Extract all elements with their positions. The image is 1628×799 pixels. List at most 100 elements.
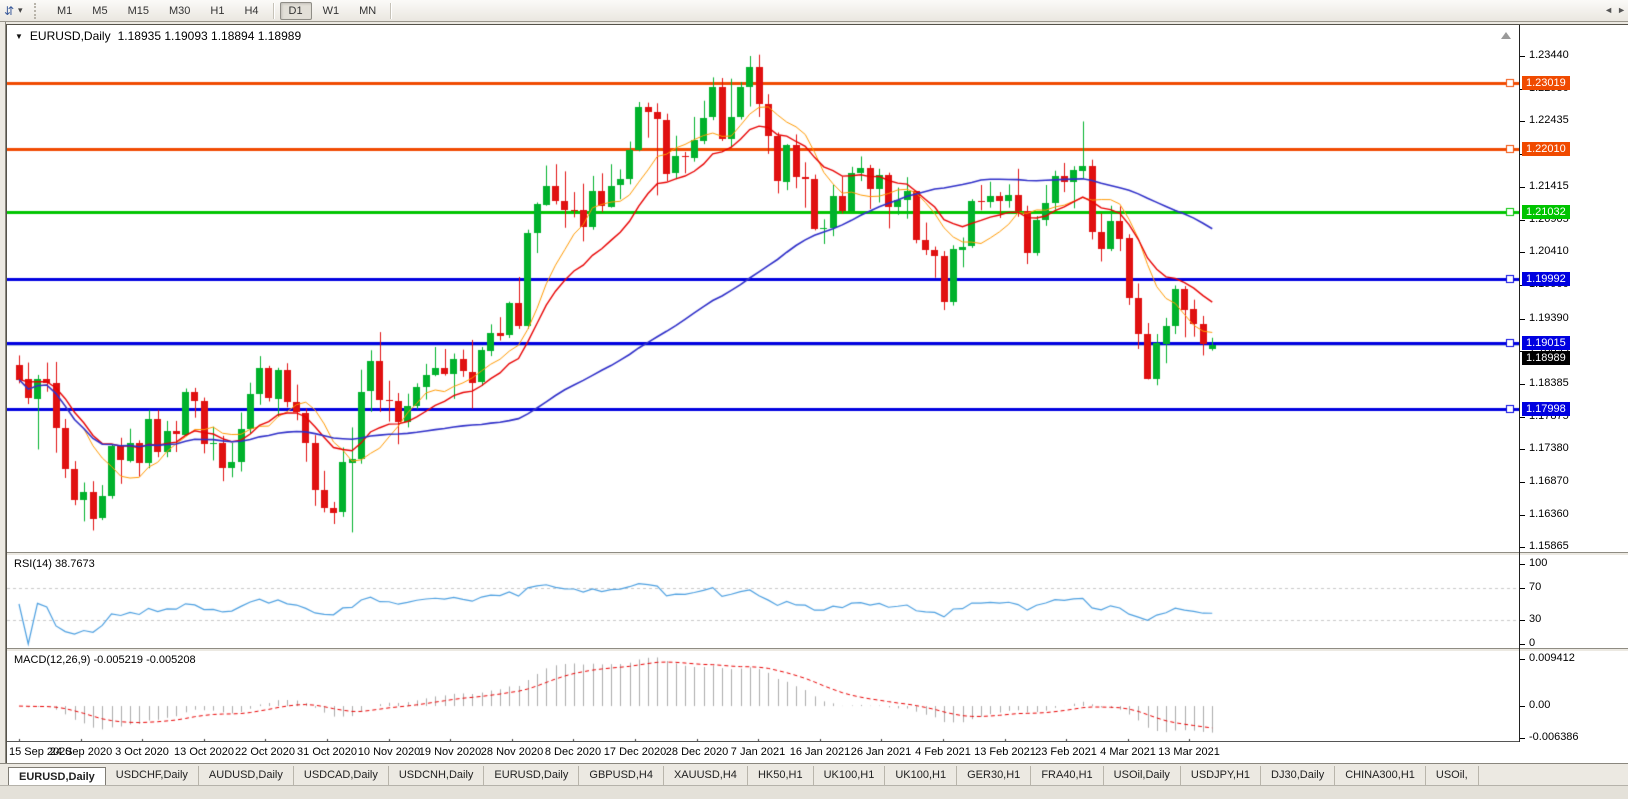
chart-tab-eurusd-daily[interactable]: EURUSD,Daily (8, 767, 106, 785)
bid-price-badge: 1.18989 (1522, 351, 1570, 365)
chart-tab-gbpusd-h4[interactable]: GBPUSD,H4 (579, 766, 664, 785)
rsi-canvas[interactable] (7, 556, 1519, 648)
chart-tab-usdcad-daily[interactable]: USDCAD,Daily (294, 766, 389, 785)
macd-canvas[interactable] (7, 652, 1519, 742)
macd-tick-label: 0.009412 (1529, 652, 1575, 664)
axis-tick (1520, 706, 1525, 707)
chart-autoscroll-icon[interactable] (1501, 32, 1511, 39)
chart-ohlc-values: 1.18935 1.19093 1.18894 1.18989 (118, 29, 302, 43)
date-label: 17 Dec 2020 (604, 746, 666, 758)
rsi-tick-label: 100 (1529, 557, 1547, 569)
toolbar-separator (273, 3, 275, 19)
timeframe-button-d1[interactable]: D1 (280, 2, 312, 20)
price-axis: 1.234401.229301.224351.219251.214151.209… (1520, 25, 1628, 742)
date-label: 22 Oct 2020 (235, 746, 295, 758)
price-tick-label: 1.22435 (1529, 114, 1569, 126)
timeframe-button-m5[interactable]: M5 (83, 2, 116, 20)
axis-tick (1520, 417, 1525, 418)
chart-tab-usoil[interactable]: USOil, (1426, 766, 1479, 785)
tab-scroll-left-icon[interactable]: ◄ (1604, 5, 1613, 15)
tab-scroll-right-icon[interactable]: ► (1617, 5, 1626, 15)
price-tick-label: 1.19390 (1529, 312, 1569, 324)
timeframe-button-m15[interactable]: M15 (119, 2, 158, 20)
toolbar-separator (390, 3, 392, 19)
price-tick-label: 1.17380 (1529, 442, 1569, 454)
date-label: 23 Feb 2021 (1035, 746, 1097, 758)
chart-title: ▼ EURUSD,Daily 1.18935 1.19093 1.18894 1… (15, 29, 301, 43)
date-label: 8 Dec 2020 (545, 746, 601, 758)
timeframe-button-h1[interactable]: H1 (201, 2, 233, 20)
date-label: 26 Jan 2021 (851, 746, 912, 758)
chart-tab-usdjpy-h1[interactable]: USDJPY,H1 (1181, 766, 1261, 785)
axis-tick (1520, 482, 1525, 483)
status-strip (0, 785, 1628, 799)
price-tick-label: 1.21415 (1529, 180, 1569, 192)
axis-tick (1520, 564, 1525, 565)
chart-tab-eurusd-daily[interactable]: EURUSD,Daily (484, 766, 579, 785)
axis-tick (1520, 252, 1525, 253)
date-label: 7 Jan 2021 (731, 746, 785, 758)
timeframe-button-m30[interactable]: M30 (160, 2, 199, 20)
chart-tab-bar: EURUSD,DailyUSDCHF,DailyAUDUSD,DailyUSDC… (0, 763, 1628, 785)
chart-tab-fra40-h1[interactable]: FRA40,H1 (1031, 766, 1103, 785)
timeframe-button-h4[interactable]: H4 (235, 2, 267, 20)
macd-label: MACD(12,26,9) -0.005219 -0.005208 (14, 654, 196, 666)
chart-menu-icon[interactable]: ▼ (15, 32, 23, 41)
axis-tick (1520, 187, 1525, 188)
date-label: 13 Mar 2021 (1158, 746, 1220, 758)
chart-tab-china300-h1[interactable]: CHINA300,H1 (1335, 766, 1426, 785)
date-label: 28 Nov 2020 (481, 746, 543, 758)
chart-tab-hk50-h1[interactable]: HK50,H1 (748, 766, 814, 785)
axis-tick (1520, 547, 1525, 548)
axis-tick (1520, 319, 1525, 320)
axis-tick (1520, 659, 1525, 660)
date-label: 10 Nov 2020 (358, 746, 420, 758)
date-label: 24 Sep 2020 (50, 746, 112, 758)
timeframe-button-mn[interactable]: MN (350, 2, 385, 20)
rsi-tick-label: 30 (1529, 613, 1541, 625)
time-axis: 15 Sep 202024 Sep 20203 Oct 202013 Oct 2… (7, 742, 1519, 764)
price-tick-label: 1.15865 (1529, 540, 1569, 552)
hline-price-badge: 1.22010 (1522, 142, 1570, 156)
chart-tab-usdchf-daily[interactable]: USDCHF,Daily (106, 766, 199, 785)
rsi-label: RSI(14) 38.7673 (14, 558, 95, 570)
price-tick-label: 1.16870 (1529, 475, 1569, 487)
timeframe-toolbar: M1M5M15M30H1H4 D1W1MN (47, 2, 396, 20)
axis-tick (1520, 644, 1525, 645)
toolbar-grip[interactable] (34, 3, 41, 19)
axis-tick (1520, 588, 1525, 589)
axis-tick (1520, 620, 1525, 621)
hline-price-badge: 1.19992 (1522, 272, 1570, 286)
rsi-tick-label: 0 (1529, 637, 1535, 649)
axis-tick (1520, 121, 1525, 122)
price-chart-canvas[interactable] (7, 25, 1519, 552)
chart-tab-usdcnh-daily[interactable]: USDCNH,Daily (389, 766, 485, 785)
chart-tab-usoil-daily[interactable]: USOil,Daily (1104, 766, 1181, 785)
chart-tab-ger30-h1[interactable]: GER30,H1 (957, 766, 1031, 785)
price-tick-label: 1.20410 (1529, 245, 1569, 257)
chart-tab-xauusd-h4[interactable]: XAUUSD,H4 (664, 766, 748, 785)
date-label: 3 Oct 2020 (115, 746, 169, 758)
timeframe-button-w1[interactable]: W1 (314, 2, 349, 20)
axis-tick (1520, 56, 1525, 57)
hline-price-badge: 1.17998 (1522, 402, 1570, 416)
chart-tab-uk100-h1[interactable]: UK100,H1 (814, 766, 886, 785)
hline-price-badge: 1.23019 (1522, 76, 1570, 90)
chart-tab-uk100-h1[interactable]: UK100,H1 (885, 766, 957, 785)
chart-tab-dj30-daily[interactable]: DJ30,Daily (1261, 766, 1335, 785)
chart-window: ▼ EURUSD,Daily 1.18935 1.19093 1.18894 1… (6, 24, 1628, 764)
price-tick-label: 1.16360 (1529, 508, 1569, 520)
axis-tick (1520, 515, 1525, 516)
timeframe-button-m1[interactable]: M1 (48, 2, 81, 20)
macd-tick-label: -0.006386 (1529, 731, 1579, 743)
chart-tab-audusd-daily[interactable]: AUDUSD,Daily (199, 766, 294, 785)
date-label: 19 Nov 2020 (419, 746, 481, 758)
price-tick-label: 1.23440 (1529, 49, 1569, 61)
toolbar: ⇵ ▾ M1M5M15M30H1H4 D1W1MN (0, 0, 1628, 22)
toolbar-dropdown-icon[interactable]: ▾ (18, 5, 30, 16)
date-label: 13 Feb 2021 (974, 746, 1036, 758)
tab-scroll-buttons: ◄ ► (1604, 5, 1626, 15)
chart-shift-icon[interactable]: ⇵ (0, 4, 18, 18)
mt4-window: ⇵ ▾ M1M5M15M30H1H4 D1W1MN ▼ EURUSD,Daily … (0, 0, 1628, 799)
date-label: 28 Dec 2020 (666, 746, 728, 758)
